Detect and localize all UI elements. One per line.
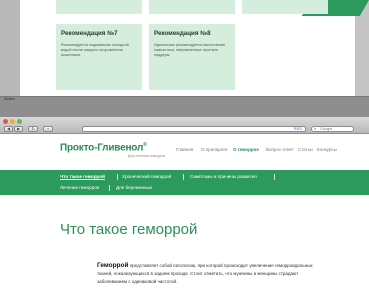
forward-button[interactable]: ▶	[14, 126, 23, 132]
subnav-chronic[interactable]: Хронический геморрой	[122, 174, 171, 179]
site-logo[interactable]: Прокто-Гливенол®	[60, 142, 147, 153]
recommendation-card-previous	[56, 0, 142, 14]
section-subnav: Что такое геморрой Хронический геморрой …	[0, 170, 369, 195]
recommendation-text: Идеальным рекомендуется выполнение гимна…	[154, 43, 226, 58]
subnav-divider	[109, 185, 110, 191]
intro-paragraph: Геморрой представляет собой патологию, п…	[97, 262, 325, 286]
search-icon: ⌕	[314, 126, 317, 131]
subnav-divider	[183, 174, 184, 180]
subnav-pregnant[interactable]: Для беременных	[116, 185, 152, 190]
logo-subtitle: Для лечения геморроя	[128, 154, 165, 158]
topnav-contests[interactable]: Конкурсы	[317, 147, 337, 152]
recommendation-card-previous	[149, 0, 235, 14]
address-bar[interactable]: RSS	[82, 126, 306, 132]
subnav-what-is[interactable]: Что такое геморрой	[60, 174, 105, 180]
browser-window: ◀ ▶ ↻ + RSS ⌕ Google Прокто-Гливенол® Дл…	[0, 117, 369, 300]
recommendation-card-previous	[242, 0, 328, 14]
intro-bold-term: Геморрой	[97, 262, 129, 269]
topnav-faq[interactable]: Вопрос-ответ	[266, 147, 294, 152]
topnav-home[interactable]: Главная	[176, 147, 193, 152]
back-button[interactable]: ◀	[4, 126, 13, 132]
subnav-divider	[117, 174, 118, 180]
recommendation-title: Рекомендация №8	[154, 30, 211, 37]
topnav-articles[interactable]: Статьи	[298, 147, 313, 152]
recommendation-card-8: Рекомендация №8 Идеальным рекомендуется …	[149, 24, 235, 90]
separator-label: Мобил	[4, 97, 15, 101]
zoom-window-icon[interactable]	[17, 119, 22, 124]
search-placeholder: Google	[320, 127, 333, 131]
previous-page-mockup: Рекомендация №7 Рекомендуется подмывание…	[0, 0, 369, 97]
browser-toolbar: ◀ ▶ ↻ + RSS ⌕ Google	[0, 117, 369, 134]
intro-text: представляет собой патологию, при которо…	[97, 263, 313, 284]
close-window-icon[interactable]	[3, 119, 8, 124]
mockup-left-margin	[0, 0, 20, 96]
recommendation-title: Рекомендация №7	[61, 30, 118, 37]
bookmark-button[interactable]: +	[43, 126, 53, 132]
reload-button[interactable]: ↻	[28, 126, 38, 132]
subnav-symptoms[interactable]: Симптомы и причины развития	[190, 174, 257, 179]
search-input[interactable]: ⌕ Google	[311, 126, 354, 132]
subnav-divider	[274, 174, 275, 180]
minimize-window-icon[interactable]	[10, 119, 15, 124]
site-header: Прокто-Гливенол® Для лечения геморроя Гл…	[0, 135, 369, 170]
page-title: Что такое геморрой	[60, 221, 198, 238]
topnav-about-drug[interactable]: О препарате	[201, 147, 228, 152]
topnav-about-hemorrhoids[interactable]: О геморрое	[233, 147, 259, 152]
rss-icon[interactable]: RSS	[294, 127, 302, 131]
subnav-treatment[interactable]: Лечение геморроя	[60, 185, 99, 190]
recommendation-text: Рекомендуется подмывание холодной водой …	[61, 43, 129, 58]
recommendation-card-7: Рекомендация №7 Рекомендуется подмывание…	[56, 24, 142, 90]
